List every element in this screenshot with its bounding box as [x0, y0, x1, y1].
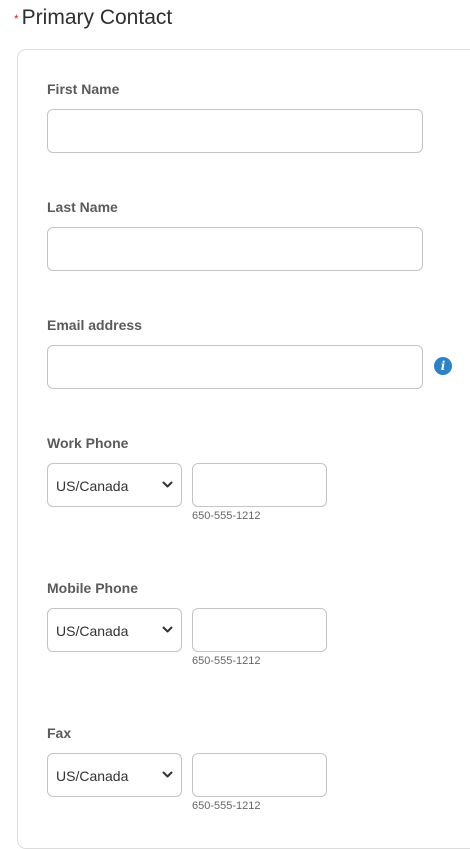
- first-name-field[interactable]: [47, 109, 423, 153]
- mobile-phone-country-value: US/Canada: [56, 623, 129, 639]
- last-name-field[interactable]: [47, 227, 423, 271]
- fax-hint: 650-555-1212: [192, 800, 261, 812]
- work-phone-hint: 650-555-1212: [192, 510, 261, 522]
- chevron-down-icon: [162, 626, 173, 633]
- fax-country-value: US/Canada: [56, 768, 129, 784]
- work-phone-label: Work Phone: [47, 435, 129, 451]
- mobile-phone-country-select[interactable]: US/Canada: [47, 608, 182, 652]
- email-label: Email address: [47, 317, 142, 333]
- chevron-down-icon: [162, 481, 173, 488]
- fax-number-field[interactable]: [192, 753, 327, 797]
- section-header: * Primary Contact: [14, 5, 172, 31]
- fax-country-select[interactable]: US/Canada: [47, 753, 182, 797]
- mobile-phone-label: Mobile Phone: [47, 580, 138, 596]
- last-name-label: Last Name: [47, 199, 118, 215]
- info-icon[interactable]: i: [434, 357, 452, 375]
- chevron-down-icon: [162, 771, 173, 778]
- required-asterisk: *: [14, 12, 19, 26]
- mobile-phone-hint: 650-555-1212: [192, 655, 261, 667]
- work-phone-country-value: US/Canada: [56, 478, 129, 494]
- email-field[interactable]: [47, 345, 423, 389]
- section-title: Primary Contact: [21, 6, 173, 29]
- mobile-phone-number-field[interactable]: [192, 608, 327, 652]
- work-phone-number-field[interactable]: [192, 463, 327, 507]
- work-phone-country-select[interactable]: US/Canada: [47, 463, 182, 507]
- fax-label: Fax: [47, 725, 72, 741]
- first-name-label: First Name: [47, 81, 120, 97]
